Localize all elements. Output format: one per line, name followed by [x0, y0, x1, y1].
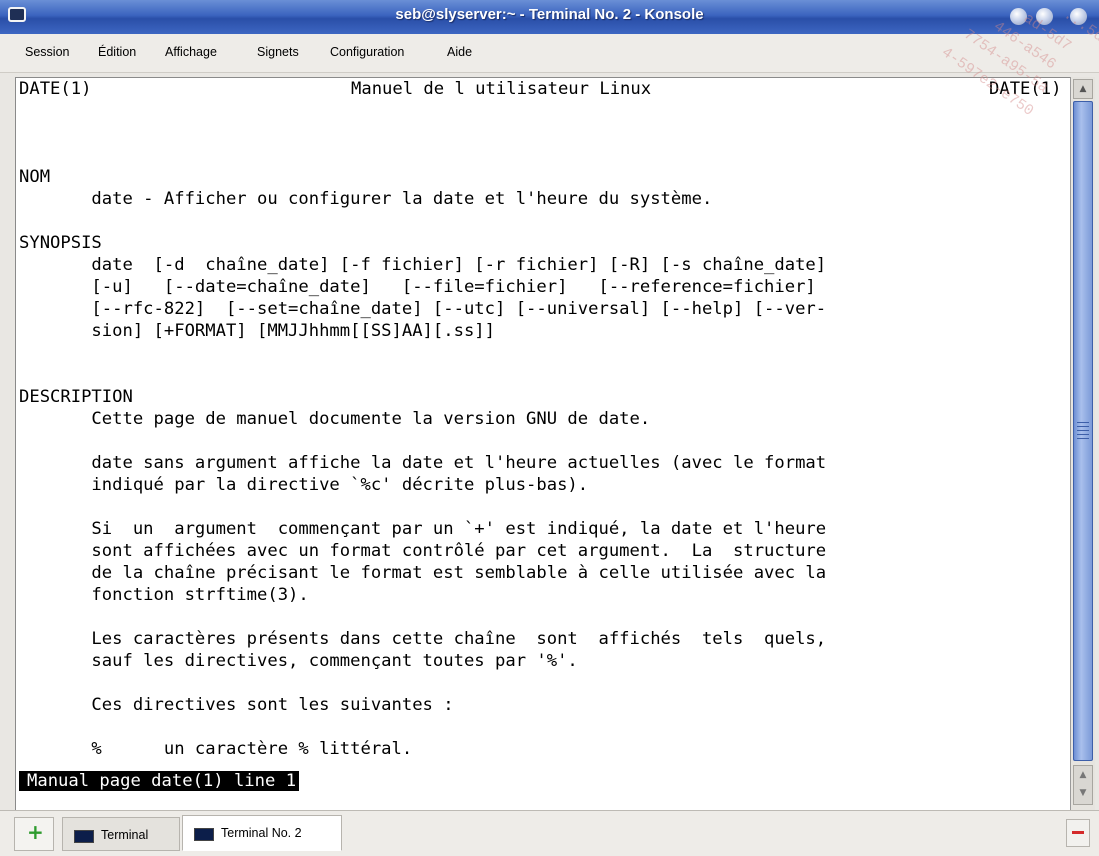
scrollbar-grip-icon: [1077, 422, 1089, 440]
man-header-right: DATE(1): [989, 79, 1062, 99]
pager-status-line: Manual page date(1) line 1: [19, 771, 300, 791]
tab-terminal[interactable]: Terminal: [62, 817, 180, 851]
close-tab-button[interactable]: [1066, 819, 1090, 847]
menu-affichage[interactable]: Affichage: [165, 45, 217, 59]
new-tab-button[interactable]: +: [14, 817, 54, 851]
konsole-window: seb@slyserver:~ - Terminal No. 2 - Konso…: [0, 0, 1099, 856]
scroll-up-arrow-icon[interactable]: ▲: [1073, 79, 1093, 99]
terminal-icon: [74, 830, 94, 843]
terminal-output[interactable]: DATE(1) Manuel de l utilisateur Linux DA…: [15, 77, 1071, 812]
window-title: seb@slyserver:~ - Terminal No. 2 - Konso…: [395, 6, 704, 23]
menu-edition[interactable]: Édition: [98, 45, 136, 59]
menu-signets[interactable]: Signets: [257, 45, 299, 59]
menu-session[interactable]: Session: [25, 45, 69, 59]
scroll-down-arrows-icon[interactable]: ▲ ▼: [1073, 765, 1093, 805]
terminal-icon: [194, 828, 214, 841]
tab-bar: + Terminal Terminal No. 2: [0, 810, 1099, 856]
menu-configuration[interactable]: Configuration: [330, 45, 404, 59]
menu-bar: Session Édition Affichage Signets Config…: [0, 34, 1099, 73]
scrollbar-thumb[interactable]: [1073, 101, 1093, 761]
tab-label: Terminal No. 2: [221, 826, 302, 840]
maximize-button[interactable]: [1036, 8, 1053, 25]
close-window-button[interactable]: [1070, 8, 1087, 25]
vertical-scrollbar[interactable]: ▲ ▲ ▼: [1070, 77, 1095, 810]
tab-label: Terminal: [101, 828, 149, 842]
title-bar[interactable]: seb@slyserver:~ - Terminal No. 2 - Konso…: [0, 0, 1099, 35]
tab-terminal-no-2[interactable]: Terminal No. 2: [182, 815, 342, 851]
close-tab-icon: [1072, 831, 1084, 834]
minimize-button[interactable]: [1010, 8, 1027, 25]
plus-icon: +: [27, 820, 44, 844]
man-page-body: NOM date - Afficher ou configurer la dat…: [19, 167, 827, 759]
menu-aide[interactable]: Aide: [447, 45, 472, 59]
